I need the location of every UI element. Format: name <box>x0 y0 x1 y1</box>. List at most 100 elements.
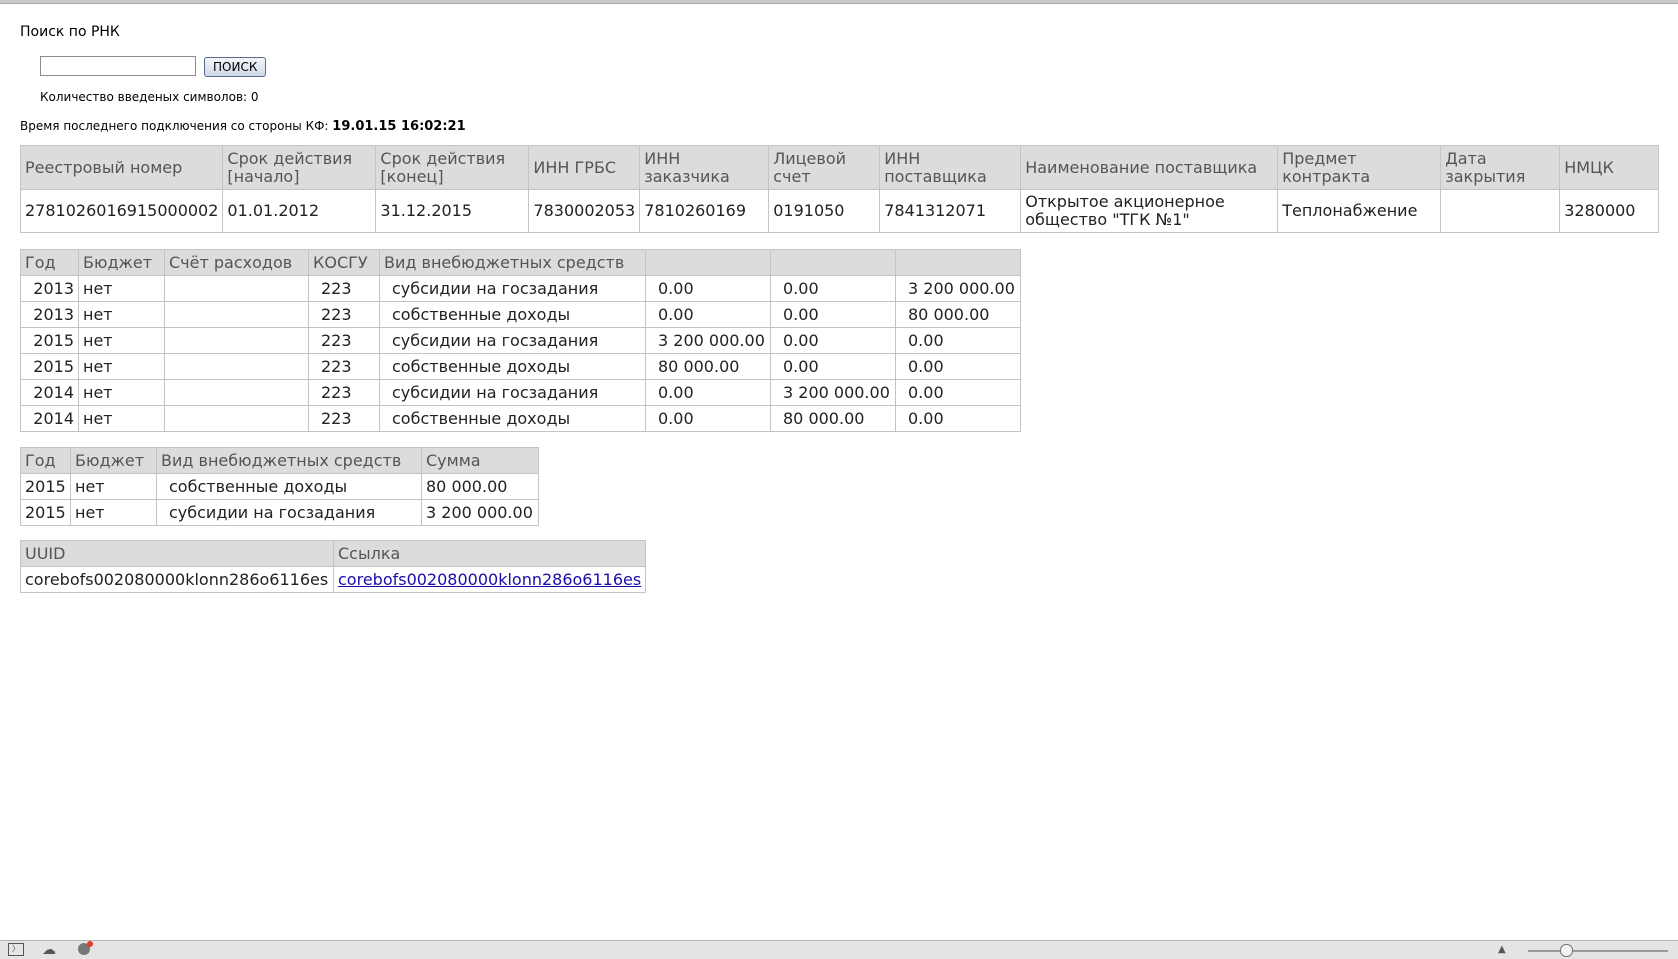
cell-year: 2013 <box>20 301 79 328</box>
header-budget: Бюджет <box>70 447 157 474</box>
cell-amount-3: 0.00 <box>895 379 1021 406</box>
cell-expense-account <box>164 379 309 406</box>
cell-close-date <box>1440 189 1561 233</box>
cell-amount-2: 80 000.00 <box>770 405 896 432</box>
header-blank-3 <box>895 249 1021 276</box>
header-subject: Предмет контракта <box>1277 145 1442 190</box>
cell-amount-3: 0.00 <box>895 405 1021 432</box>
contract-table: Реестровый номер Срок действия [начало] … <box>19 145 1659 233</box>
header-fund-type: Вид внебюджетных средств <box>156 447 422 474</box>
cell-budget: нет <box>70 499 157 526</box>
table-row: 2014 нет 223 собственные доходы 0.00 80 … <box>20 405 1021 432</box>
cell-fund-type: собственные доходы <box>156 473 422 500</box>
cell-kosgu: 223 <box>308 405 380 432</box>
cell-year: 2015 <box>20 327 79 354</box>
cell-kosgu: 223 <box>308 379 380 406</box>
cell-amount-1: 80 000.00 <box>645 353 771 380</box>
cell-budget: нет <box>78 275 165 302</box>
header-supplier-name: Наименование поставщика <box>1020 145 1279 190</box>
cell-uuid: corebofs002080000klonn286o6116es <box>20 566 334 593</box>
page: Поиск по РНК ПОИСК Количество введеных с… <box>0 0 1678 959</box>
header-blank-2 <box>770 249 896 276</box>
table-row: 2013 нет 223 субсидии на госзадания 0.00… <box>20 275 1021 302</box>
cell-account: 0191050 <box>768 189 881 233</box>
header-sum: Сумма <box>421 447 539 474</box>
cell-sum: 3 200 000.00 <box>421 499 539 526</box>
table-row: corebofs002080000klonn286o6116es corebof… <box>20 566 647 593</box>
cell-amount-1: 0.00 <box>645 405 771 432</box>
uuid-table: UUID Ссылка corebofs002080000klonn286o61… <box>20 540 647 593</box>
cell-subject: Теплонабжение <box>1277 189 1442 233</box>
zoom-slider-track[interactable] <box>1528 950 1668 952</box>
cell-amount-3: 0.00 <box>895 353 1021 380</box>
header-inn-grbs: ИНН ГРБС <box>528 145 641 190</box>
sums-header-row: Год Бюджет Вид внебюджетных средств Сумм… <box>20 447 539 474</box>
cell-amount-3: 80 000.00 <box>895 301 1021 328</box>
cell-fund-type: собственные доходы <box>379 353 646 380</box>
cloud-icon[interactable]: ☁ <box>42 943 56 957</box>
status-bar: 〉 ☁ ▲ <box>0 940 1678 959</box>
cell-nmck: 3280000 <box>1559 189 1659 233</box>
header-expense-account: Счёт расходов <box>164 249 309 276</box>
cell-end-date: 31.12.2015 <box>375 189 530 233</box>
cell-amount-2: 0.00 <box>770 275 896 302</box>
cell-year: 2014 <box>20 405 79 432</box>
funding-header-row: Год Бюджет Счёт расходов КОСГУ Вид внебю… <box>20 249 1021 276</box>
cell-inn-grbs: 7830002053 <box>528 189 641 233</box>
cell-fund-type: субсидии на госзадания <box>379 275 646 302</box>
table-row: 2015 нет 223 собственные доходы 80 000.0… <box>20 353 1021 380</box>
uuid-link[interactable]: corebofs002080000klonn286o6116es <box>338 570 641 589</box>
cell-budget: нет <box>78 327 165 354</box>
top-border <box>0 0 1678 4</box>
cell-budget: нет <box>78 405 165 432</box>
header-fund-type: Вид внебюджетных средств <box>379 249 646 276</box>
cell-kosgu: 223 <box>308 301 380 328</box>
header-year: Год <box>20 249 79 276</box>
table-row: 2015 нет собственные доходы 80 000.00 <box>20 473 539 500</box>
cell-amount-1: 0.00 <box>645 275 771 302</box>
notification-icon[interactable] <box>78 941 93 955</box>
cell-kosgu: 223 <box>308 353 380 380</box>
header-nmck: НМЦК <box>1559 145 1659 190</box>
terminal-icon[interactable]: 〉 <box>8 943 24 956</box>
table-row: 2015 нет 223 субсидии на госзадания 3 20… <box>20 327 1021 354</box>
search-title: Поиск по РНК <box>20 24 120 40</box>
header-start-date: Срок действия [начало] <box>222 145 377 190</box>
table-row: 2015 нет субсидии на госзадания 3 200 00… <box>20 499 539 526</box>
cell-expense-account <box>164 405 309 432</box>
last-connection-time: 19.01.15 16:02:21 <box>332 119 466 134</box>
cell-supplier-name: Открытое акционерное общество "ТГК №1" <box>1020 189 1279 233</box>
cell-amount-3: 0.00 <box>895 327 1021 354</box>
cell-expense-account <box>164 353 309 380</box>
cell-year: 2014 <box>20 379 79 406</box>
header-year: Год <box>20 447 71 474</box>
cell-expense-account <box>164 327 309 354</box>
scroll-up-icon[interactable]: ▲ <box>1498 943 1506 957</box>
header-uuid: UUID <box>20 540 334 567</box>
cell-budget: нет <box>70 473 157 500</box>
zoom-slider-handle[interactable] <box>1560 944 1573 957</box>
header-link: Ссылка <box>332 540 647 567</box>
cell-fund-type: субсидии на госзадания <box>379 327 646 354</box>
cell-start-date: 01.01.2012 <box>222 189 377 233</box>
cell-fund-type: собственные доходы <box>379 301 646 328</box>
header-kosgu: КОСГУ <box>308 249 380 276</box>
cell-inn-supplier: 7841312071 <box>879 189 1022 233</box>
cell-link: corebofs002080000klonn286o6116es <box>332 566 647 593</box>
sums-table: Год Бюджет Вид внебюджетных средств Сумм… <box>20 447 539 526</box>
cell-amount-2: 0.00 <box>770 301 896 328</box>
cell-amount-1: 0.00 <box>645 301 771 328</box>
cell-year: 2013 <box>20 275 79 302</box>
search-button[interactable]: ПОИСК <box>204 57 267 77</box>
search-input[interactable] <box>40 56 196 76</box>
cell-fund-type: субсидии на госзадания <box>379 379 646 406</box>
last-connection: Время последнего подключения со стороны … <box>20 119 466 134</box>
cell-expense-account <box>164 301 309 328</box>
cell-year: 2015 <box>20 353 79 380</box>
table-row: 2781026016915000002 01.01.2012 31.12.201… <box>19 189 1659 233</box>
last-connection-label: Время последнего подключения со стороны … <box>20 119 329 133</box>
cell-amount-3: 3 200 000.00 <box>895 275 1021 302</box>
contract-header-row: Реестровый номер Срок действия [начало] … <box>19 145 1659 190</box>
header-registry-number: Реестровый номер <box>19 145 224 190</box>
cell-kosgu: 223 <box>308 327 380 354</box>
